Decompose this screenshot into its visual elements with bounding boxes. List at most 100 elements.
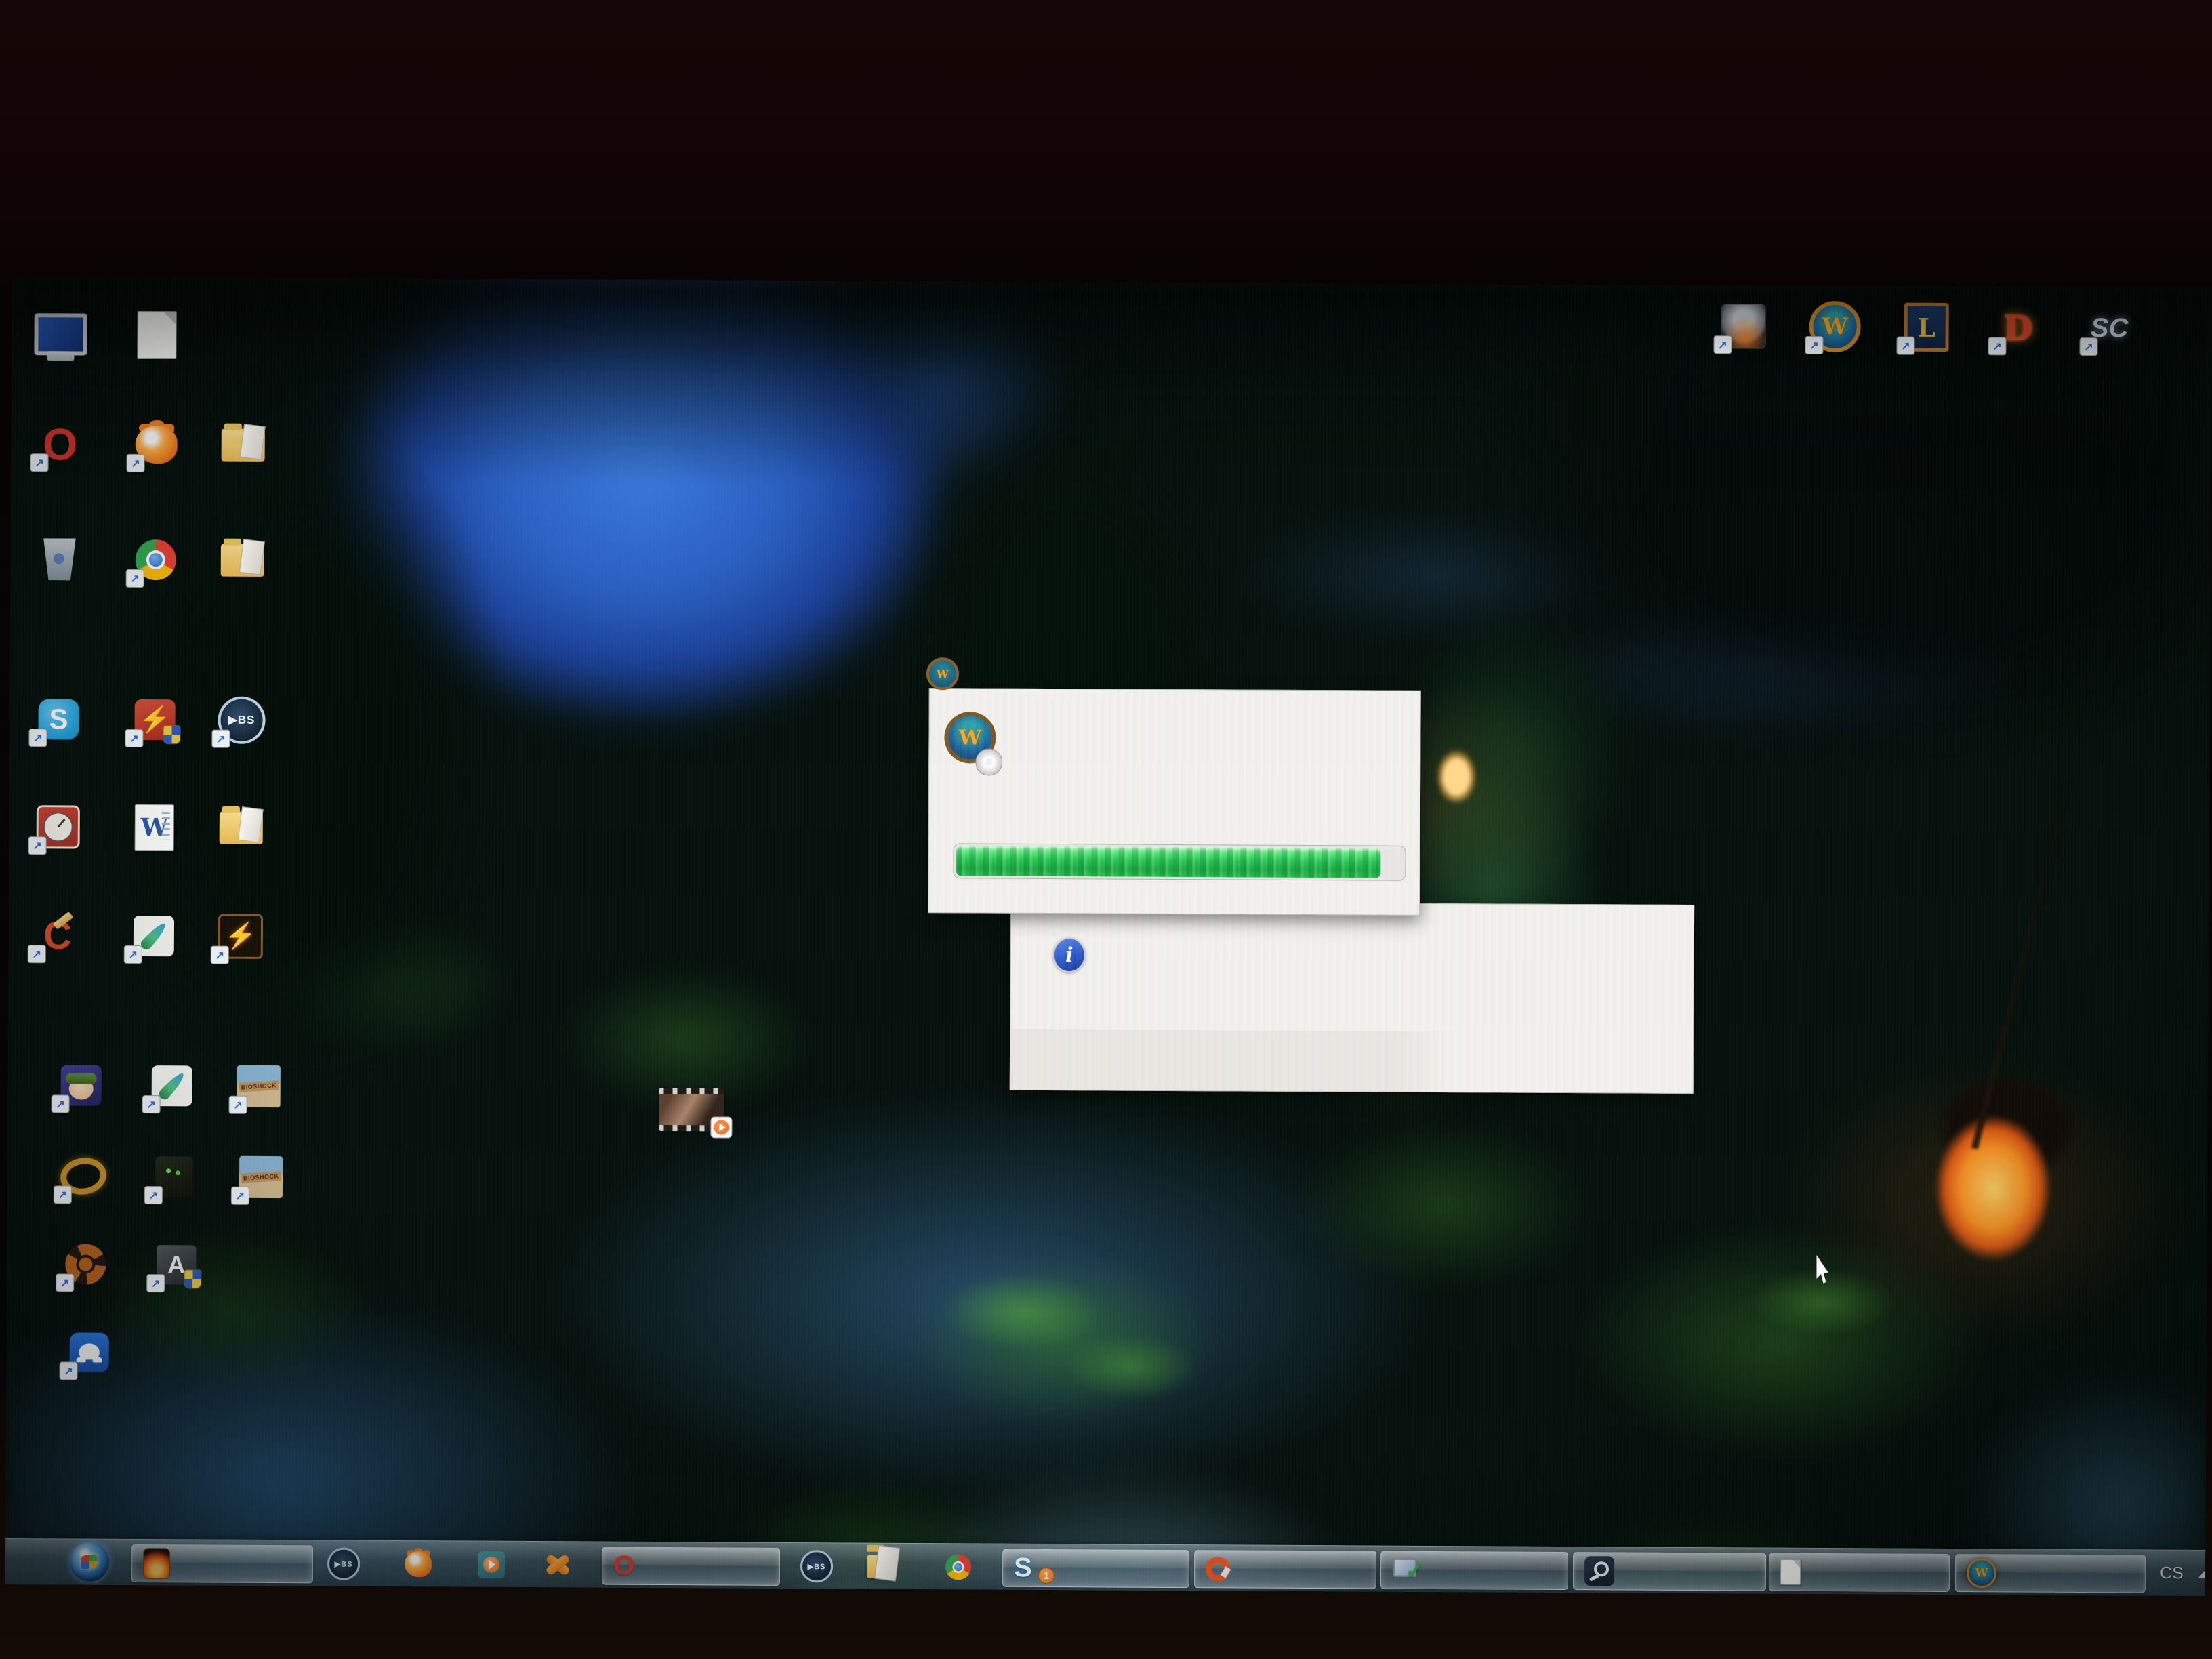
computer-icon	[34, 313, 87, 355]
desktop-icon-video-file[interactable]	[659, 1088, 724, 1132]
shortcut-arrow-icon: ↗	[1988, 337, 2006, 355]
taskbar-button-steam[interactable]	[1573, 1552, 1766, 1591]
taskbar-pin-bs-player[interactable]: bs-player▶BS	[326, 1547, 361, 1580]
folder-icon	[222, 429, 265, 462]
taskbar-button-opera[interactable]: O	[602, 1547, 780, 1586]
info-icon: i	[1053, 937, 1086, 972]
shortcut-arrow-icon: ↗	[56, 1273, 74, 1292]
taskbar-pin-chrome[interactable]	[941, 1551, 976, 1583]
taskbar-button-text-document[interactable]	[1769, 1553, 1950, 1592]
shortcut-arrow-icon: ↗	[125, 729, 143, 747]
desktop-icon-gom-player[interactable]: ↗	[125, 415, 187, 474]
taskbar-pin-gom-player[interactable]	[401, 1548, 436, 1580]
taskbar-pin-file-explorer[interactable]	[864, 1551, 899, 1583]
desktop-icon-flash-tool[interactable]: ⚡↗	[123, 691, 186, 749]
taskbar-button-wow-installer[interactable]: W	[1955, 1554, 2146, 1593]
desktop-icon-bioshock[interactable]: BIOSHOCK↗	[230, 1148, 292, 1206]
taskbar-button-skype[interactable]: S 1	[1002, 1549, 1189, 1588]
tray-language-indicator[interactable]: CS	[2160, 1563, 2184, 1583]
shortcut-arrow-icon: ↗	[229, 1096, 247, 1114]
progress-fill	[956, 846, 1380, 878]
desktop-icon-word-document[interactable]: W	[123, 798, 186, 857]
desktop-icon-south-park-game[interactable]: ↗	[50, 1056, 112, 1114]
desktop-icon-world-of-warcraft[interactable]: W↗	[1803, 298, 1866, 356]
desktop-icon-chrome[interactable]: ↗	[125, 531, 187, 589]
chrome-icon	[945, 1554, 971, 1580]
taskbar-pin-bs-player[interactable]: ▶BS	[799, 1550, 834, 1582]
desktop-icon-text-document[interactable]	[125, 306, 188, 364]
desktop-icon-diablo[interactable]: D↗	[1986, 298, 2049, 356]
word-document-icon: W	[135, 804, 174, 851]
skype-icon: S	[1014, 1553, 1032, 1583]
desktop-icon-team-fortress[interactable]: ↗	[54, 1235, 117, 1293]
desktop-icon-starcraft[interactable]: SC↗	[2078, 299, 2140, 357]
desktop-icon-ccleaner[interactable]: C↗	[26, 906, 89, 964]
desktop-icon-lightning-game[interactable]: ⚡↗	[209, 907, 272, 966]
shortcut-arrow-icon: ↗	[1713, 335, 1732, 354]
taskbar-pin-media-downloader[interactable]	[474, 1549, 509, 1581]
shortcut-arrow-icon: ↗	[211, 946, 229, 964]
desktop-icon-bs-player[interactable]: ▶BS↗	[210, 691, 272, 750]
desktop-icon-skype[interactable]: S↗	[27, 690, 89, 748]
shortcut-arrow-icon: ↗	[30, 453, 48, 472]
shortcut-arrow-icon: ↗	[1896, 337, 1914, 355]
play-badge-icon	[710, 1116, 732, 1138]
desktop-icon-battlefield[interactable]: ↗	[1712, 297, 1774, 355]
shortcut-arrow-icon: ↗	[54, 1185, 72, 1204]
bs-player-icon: ▶BS	[800, 1550, 833, 1582]
progress-bar	[953, 843, 1406, 880]
taskbar-button-flame-app[interactable]	[131, 1544, 313, 1583]
desktop-icon-creature-game[interactable]: ↗	[143, 1147, 205, 1206]
uac-shield-icon	[163, 725, 180, 744]
info-dialog: i	[1010, 901, 1694, 1094]
shortcut-arrow-icon: ↗	[142, 1095, 161, 1113]
folder-icon	[221, 544, 264, 577]
monitor-check-icon: ✓	[1392, 1556, 1423, 1584]
recycle-bin-icon	[41, 538, 78, 580]
taskbar-button-origin[interactable]	[1194, 1550, 1376, 1589]
shortcut-arrow-icon: ↗	[211, 730, 230, 748]
tray-hidden-icons-arrow[interactable]	[2198, 1571, 2211, 1578]
shortcut-arrow-icon: ↗	[28, 945, 46, 963]
wow-icon: W	[1967, 1558, 1996, 1588]
flame-app-icon	[143, 1548, 170, 1579]
shortcut-arrow-icon: ↗	[52, 1094, 70, 1113]
start-button[interactable]	[70, 1542, 109, 1581]
desktop-icon-assassins-creed[interactable]: A↗	[145, 1235, 207, 1294]
skype-notification-badge: 1	[1038, 1568, 1054, 1584]
taskbar: bs-player▶BS O ▶BS S 1 ✓ W CS	[5, 1538, 2205, 1596]
folder-icon	[220, 812, 263, 844]
shortcut-arrow-icon: ↗	[124, 945, 142, 964]
desktop-icon-folder[interactable]	[210, 799, 272, 857]
desktop-icon-my-computer[interactable]	[29, 305, 91, 363]
desktop-icon-feather-app[interactable]: ↗	[123, 907, 185, 965]
mouse-cursor	[1816, 1255, 1837, 1285]
info-dialog-footer	[1010, 1029, 1454, 1092]
bs-player-icon: bs-player▶BS	[327, 1547, 360, 1580]
desktop-icon-bioshock[interactable]: BIOSHOCK↗	[228, 1057, 290, 1115]
desktop-icon-clock-tool[interactable]: ↗	[27, 798, 89, 856]
desktop-icon-feather-app[interactable]: ↗	[141, 1057, 203, 1115]
controller-icon	[543, 1551, 573, 1579]
taskbar-button-system-check[interactable]: ✓	[1380, 1551, 1568, 1590]
origin-icon	[1206, 1557, 1230, 1581]
shortcut-arrow-icon: ↗	[126, 454, 144, 472]
installer-dialog: W	[928, 688, 1421, 916]
taskbar-pin-controller-tool[interactable]	[540, 1549, 575, 1581]
gom-player-icon	[405, 1551, 432, 1577]
uac-shield-icon	[184, 1269, 201, 1288]
desktop-icon-league-of-legends[interactable]: L↗	[1895, 298, 1957, 356]
monitor-screen: O↗ ↗ ↗ S↗ ⚡↗ ▶BS↗ ↗ W C↗ ↗ ⚡↗ ↗ ↗ BIOSHO…	[5, 276, 2212, 1596]
desktop-icon-folder[interactable]	[211, 416, 274, 474]
media-player-icon	[478, 1551, 505, 1578]
desktop-icon-recycle-bin[interactable]	[28, 530, 91, 588]
desktop-icon-opera[interactable]: O↗	[28, 415, 91, 473]
shortcut-arrow-icon: ↗	[2079, 337, 2097, 356]
opera-icon: O	[613, 1551, 634, 1581]
desktop-icon-folder[interactable]	[211, 531, 274, 590]
document-icon	[1780, 1559, 1801, 1585]
desktop-icon-swtor[interactable]: ↗	[52, 1147, 115, 1205]
explorer-folder-icon	[867, 1555, 897, 1578]
desktop-icon-vuze[interactable]: ↗	[58, 1323, 120, 1381]
shortcut-arrow-icon: ↗	[126, 569, 144, 588]
